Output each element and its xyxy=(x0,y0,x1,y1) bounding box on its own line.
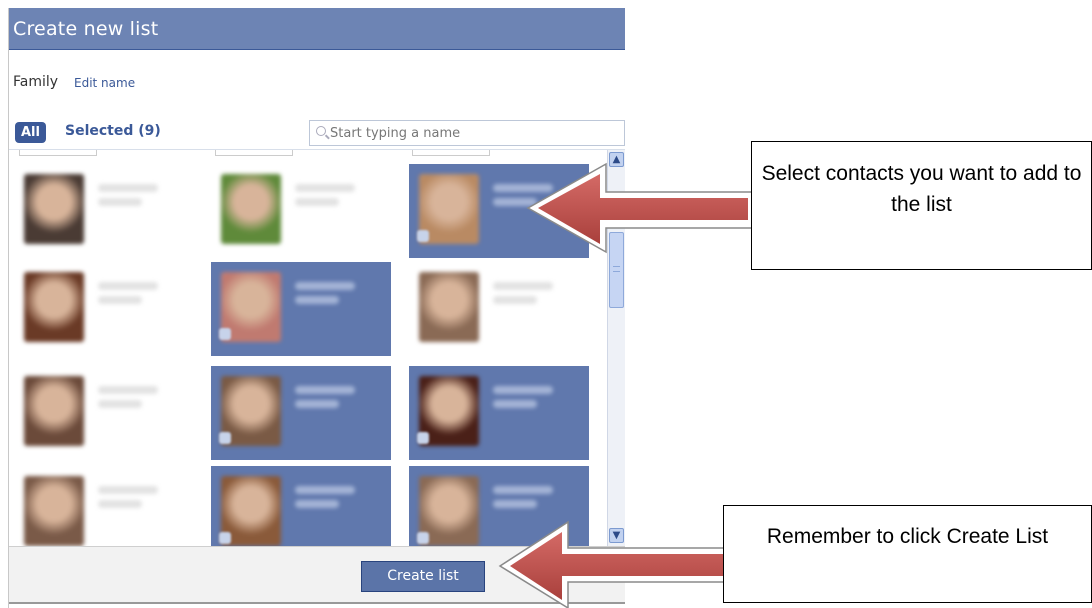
contact-name-blurred xyxy=(98,386,158,394)
dialog-title: Create new list xyxy=(13,18,159,40)
create-list-button[interactable]: Create list xyxy=(361,561,485,592)
contact-grid xyxy=(9,150,607,546)
contact-name-blurred xyxy=(98,500,142,508)
contact-name-blurred xyxy=(295,386,355,394)
contact-photo xyxy=(24,174,84,244)
contact-name-blurred xyxy=(295,296,339,304)
contact-name-blurred xyxy=(493,486,553,494)
dialog-title-bar: Create new list xyxy=(9,8,625,50)
search-input[interactable] xyxy=(330,124,616,142)
search-box[interactable] xyxy=(309,120,625,146)
contact-tile[interactable] xyxy=(14,164,194,258)
arrow-to-contacts-icon xyxy=(526,162,753,254)
contact-name-blurred xyxy=(295,198,339,206)
contact-name-blurred xyxy=(98,486,158,494)
selected-check-icon xyxy=(417,230,429,242)
contact-photo xyxy=(24,476,84,546)
contact-tile[interactable] xyxy=(14,466,194,546)
tab-selected[interactable]: Selected (9) xyxy=(65,123,161,139)
contact-name-blurred xyxy=(295,400,339,408)
selected-check-icon xyxy=(417,432,429,444)
contact-tile[interactable] xyxy=(14,262,194,356)
selected-check-icon xyxy=(219,328,231,340)
selected-check-icon xyxy=(219,532,231,544)
contact-tile[interactable] xyxy=(211,466,391,546)
search-icon xyxy=(316,126,326,136)
contact-name-blurred xyxy=(98,296,142,304)
contact-name-blurred xyxy=(493,386,553,394)
contact-photo xyxy=(419,272,479,342)
row-stub xyxy=(19,150,97,156)
selected-check-icon xyxy=(417,532,429,544)
contact-name-blurred xyxy=(493,296,537,304)
row-stub xyxy=(215,150,293,156)
contact-name-blurred xyxy=(295,500,339,508)
contact-photo xyxy=(24,376,84,446)
contact-name-blurred xyxy=(98,198,142,206)
contact-photo xyxy=(24,272,84,342)
contact-name-blurred xyxy=(295,184,355,192)
contact-name-blurred xyxy=(493,400,537,408)
contact-tile[interactable] xyxy=(409,262,589,356)
grip-icon xyxy=(613,266,620,272)
tab-all[interactable]: All xyxy=(15,122,46,143)
contact-name-blurred xyxy=(295,282,355,290)
contact-name-blurred xyxy=(98,282,158,290)
contact-tile[interactable] xyxy=(14,366,194,460)
edit-name-link[interactable]: Edit name xyxy=(74,76,135,90)
contact-name-blurred xyxy=(493,282,553,290)
contact-photo xyxy=(221,174,281,244)
row-stub xyxy=(412,150,490,156)
selected-check-icon xyxy=(219,432,231,444)
callout-select-contacts: Select contacts you want to add to the l… xyxy=(751,141,1092,270)
contact-name-blurred xyxy=(98,184,158,192)
contact-name-blurred xyxy=(98,400,142,408)
arrow-to-create-button-icon xyxy=(498,520,731,608)
list-name: Family xyxy=(13,74,59,90)
contact-tile[interactable] xyxy=(409,366,589,460)
contact-tile[interactable] xyxy=(211,366,391,460)
screenshot-stage: Create new list Family Edit name All Sel… xyxy=(0,0,1092,608)
contact-name-blurred xyxy=(295,486,355,494)
contact-tile[interactable] xyxy=(211,164,391,258)
contact-tile[interactable] xyxy=(211,262,391,356)
callout-remember-click: Remember to click Create List xyxy=(723,505,1092,603)
create-list-dialog: Create new list Family Edit name All Sel… xyxy=(8,8,625,608)
contact-name-blurred xyxy=(493,500,537,508)
